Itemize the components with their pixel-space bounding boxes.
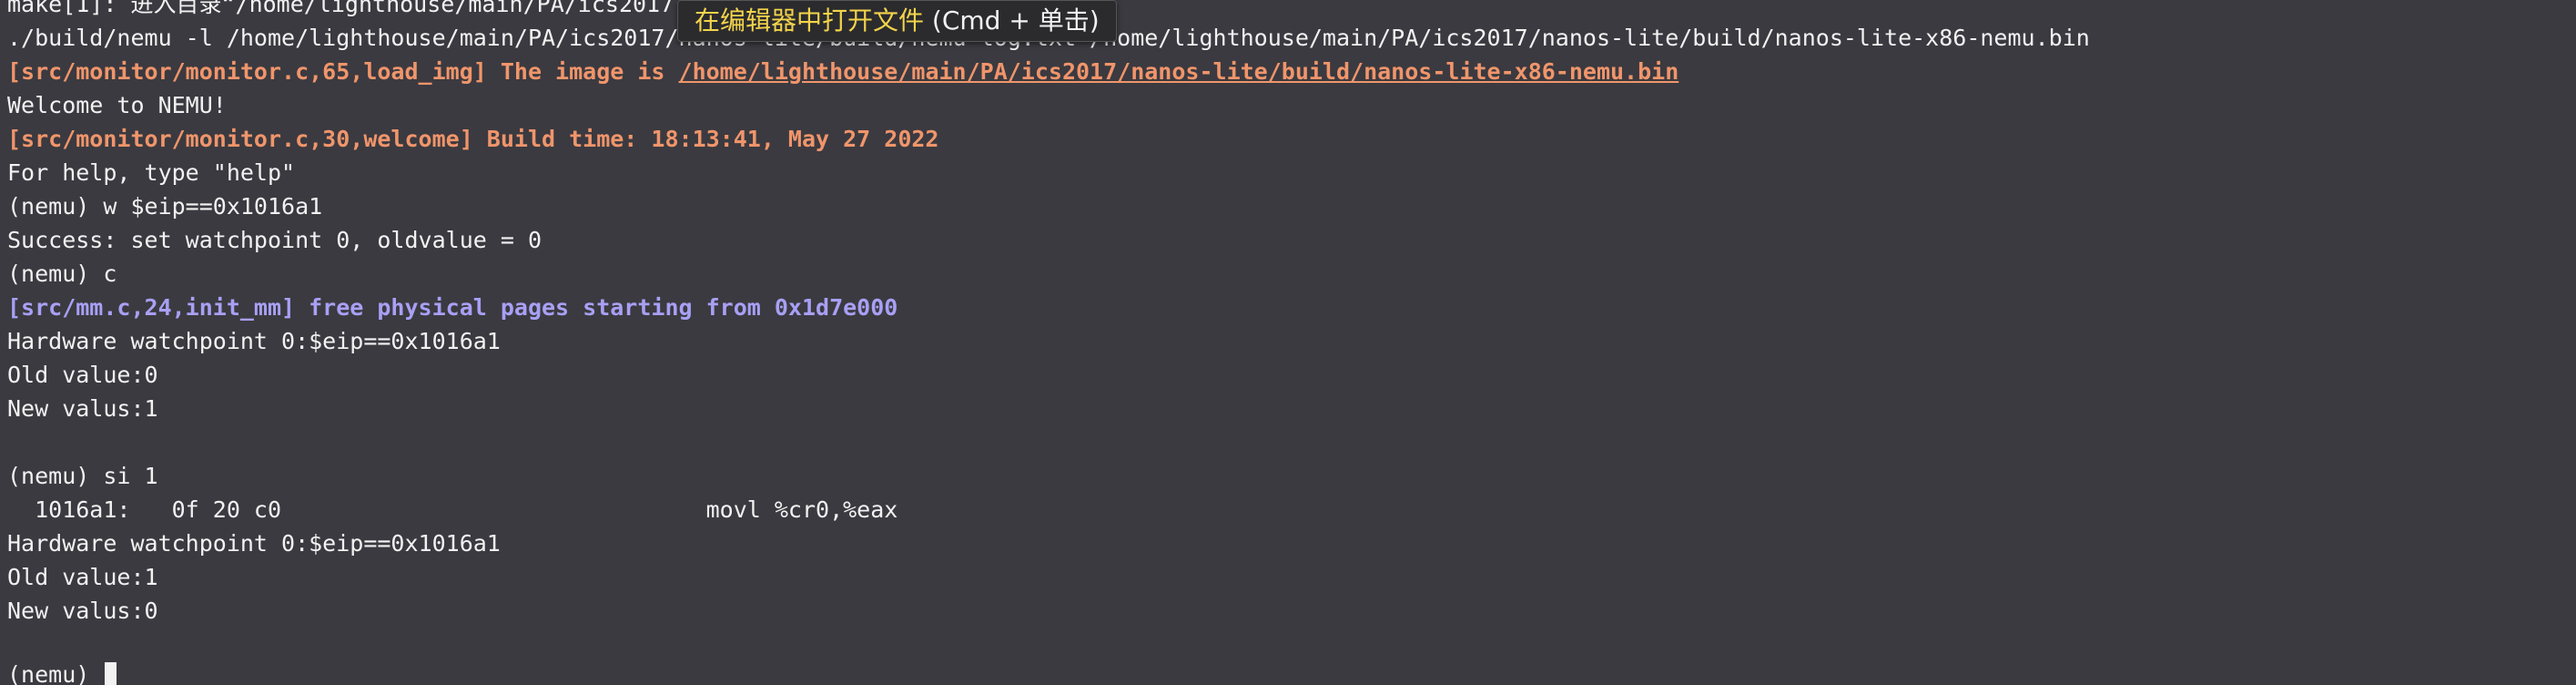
terminal-line: (nemu) c (7, 261, 117, 287)
text-cursor (105, 662, 117, 685)
terminal-line: Old value:1 (7, 564, 158, 590)
terminal-line: For help, type "help" (7, 159, 296, 186)
terminal-line: Success: set watchpoint 0, oldvalue = 0 (7, 227, 542, 253)
log-line-init-mm: [src/mm.c,24,init_mm] free physical page… (7, 294, 898, 321)
terminal-window[interactable]: make[1]: 进入目录“/home/lighthouse/main/PA/i… (0, 0, 2576, 685)
log-line-load-img: [src/monitor/monitor.c,65,load_img] The … (7, 55, 1678, 88)
log-text: [src/monitor/monitor.c,65,load_img] The … (7, 58, 679, 85)
terminal-line: make[1]: 进入目录“/home/lighthouse/main/PA/i… (7, 0, 674, 17)
terminal-line: Hardware watchpoint 0:$eip==0x1016a1 (7, 530, 501, 557)
open-in-editor-tooltip: 在编辑器中打开文件 (Cmd + 单击) (677, 0, 1117, 42)
tooltip-text: 在编辑器中打开文件 (695, 5, 925, 36)
log-line-welcome: [src/monitor/monitor.c,30,welcome] Build… (7, 126, 939, 152)
terminal-line: New valus:1 (7, 395, 158, 422)
terminal-line: Hardware watchpoint 0:$eip==0x1016a1 (7, 328, 501, 354)
terminal-line: (nemu) si 1 (7, 463, 158, 489)
image-path-link[interactable]: /home/lighthouse/main/PA/ics2017/nanos-l… (679, 58, 1679, 85)
terminal-line: New valus:0 (7, 598, 158, 624)
tooltip-shortcut-hint: (Cmd + 单击) (924, 5, 1100, 36)
terminal-line: Old value:0 (7, 362, 158, 388)
terminal-line: 1016a1: 0f 20 c0 movl %cr0,%eax (7, 496, 898, 523)
prompt-text: (nemu) (7, 661, 104, 685)
terminal-line: (nemu) w $eip==0x1016a1 (7, 193, 323, 220)
prompt-line[interactable]: (nemu) (7, 658, 117, 685)
terminal-line: Welcome to NEMU! (7, 92, 227, 118)
